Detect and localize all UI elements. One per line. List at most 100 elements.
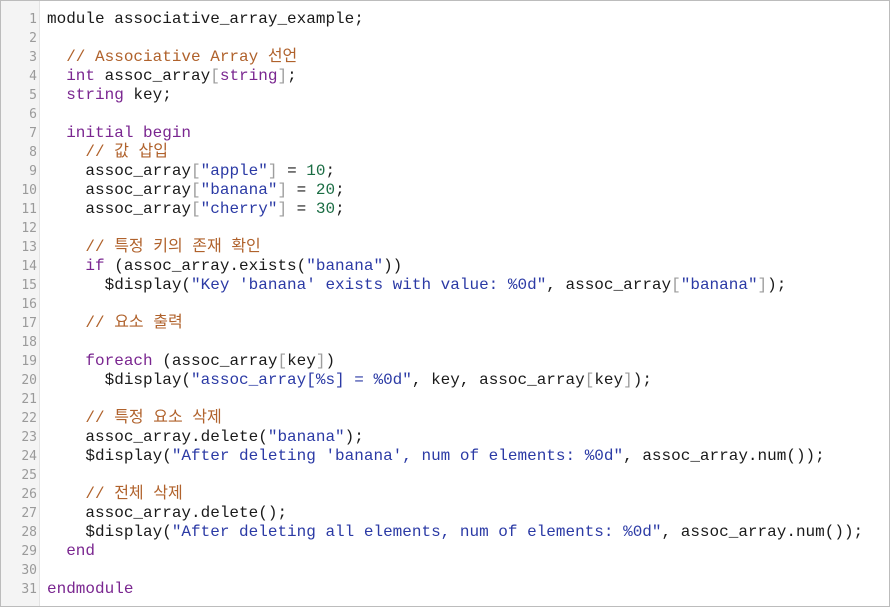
code-text: foreach (assoc_array[key]): [47, 352, 335, 371]
code-token: 30: [315, 200, 336, 218]
code-line[interactable]: 11 assoc_array["cherry"] = 30;: [1, 200, 889, 219]
code-line[interactable]: 16: [1, 295, 889, 314]
code-token: )): [383, 257, 403, 275]
code-token: assoc_array.delete(: [47, 428, 268, 446]
code-line[interactable]: 31 endmodule: [1, 580, 889, 599]
code-token: // 값 삽입: [85, 143, 168, 161]
line-number: 7: [29, 126, 37, 141]
code-token: 10: [306, 162, 326, 180]
code-token: // 요소 출력: [85, 314, 183, 332]
code-line[interactable]: 28 $display("After deleting all elements…: [1, 523, 889, 542]
code-line[interactable]: 4 int assoc_array[string];: [1, 67, 889, 86]
code-line[interactable]: 30: [1, 561, 889, 580]
code-line[interactable]: 14 if (assoc_array.exists("banana")): [1, 257, 889, 276]
line-number: 17: [21, 316, 37, 331]
line-number: 2: [29, 31, 37, 46]
code-line[interactable]: 9 assoc_array["apple"] = 10;: [1, 162, 889, 181]
line-number: 11: [21, 202, 37, 217]
code-token: [: [191, 162, 201, 180]
line-number: 5: [29, 88, 37, 103]
code-line[interactable]: 8 // 값 삽입: [1, 143, 889, 162]
code-token: , assoc_array: [546, 276, 672, 294]
code-line[interactable]: 20 $display("assoc_array[%s] = %0d", key…: [1, 371, 889, 390]
code-editor[interactable]: 1 module associative_array_example; 2 3 // …: [0, 0, 890, 607]
code-line[interactable]: 24 $display("After deleting 'banana', nu…: [1, 447, 889, 466]
line-number: 22: [21, 411, 37, 426]
code-token: ;: [335, 181, 345, 199]
code-line[interactable]: 25: [1, 466, 889, 485]
code-area[interactable]: 1 module associative_array_example; 2 3 // …: [1, 10, 889, 599]
code-token: end: [66, 542, 96, 560]
code-token: ): [325, 352, 336, 370]
code-text: $display("After deleting 'banana', num o…: [47, 447, 824, 466]
code-token: ;: [335, 200, 345, 218]
line-number: 30: [21, 563, 37, 578]
code-line[interactable]: 23 assoc_array.delete("banana");: [1, 428, 889, 447]
line-number: 3: [29, 50, 37, 65]
line-number: 23: [21, 430, 37, 445]
code-text: end: [47, 542, 95, 561]
code-text: assoc_array["banana"] = 20;: [47, 181, 345, 200]
code-token: assoc_array: [47, 200, 192, 218]
code-token: // Associative Array 선언: [66, 48, 298, 66]
code-line[interactable]: 21: [1, 390, 889, 409]
code-token: "apple": [200, 162, 268, 180]
code-line[interactable]: 13 // 특정 키의 존재 확인: [1, 238, 889, 257]
code-text: // 특정 요소 삭제: [47, 409, 222, 428]
code-line[interactable]: 3 // Associative Array 선언: [1, 48, 889, 67]
code-token: $display(: [47, 447, 172, 465]
code-token: string: [219, 67, 278, 85]
code-token: [: [584, 371, 595, 389]
code-token: (assoc_array: [152, 352, 278, 370]
code-token: );: [344, 428, 364, 446]
code-token: ;: [325, 162, 336, 180]
code-line[interactable]: 1 module associative_array_example;: [1, 10, 889, 29]
code-line[interactable]: 5 string key;: [1, 86, 889, 105]
code-text: string key;: [47, 86, 172, 105]
line-number: 24: [21, 449, 37, 464]
code-token: ]: [277, 181, 288, 199]
code-text: assoc_array.delete("banana");: [47, 428, 364, 447]
code-line[interactable]: 26 // 전체 삭제: [1, 485, 889, 504]
code-token: assoc_array.delete();: [47, 504, 288, 522]
code-text: $display("After deleting all elements, n…: [47, 523, 863, 542]
line-number: 26: [21, 487, 37, 502]
line-number: 19: [21, 354, 37, 369]
code-token: ]: [277, 200, 288, 218]
code-token: "Key 'banana' exists with value: %0d": [191, 276, 547, 294]
code-line[interactable]: 19 foreach (assoc_array[key]): [1, 352, 889, 371]
code-token: assoc_array: [95, 67, 211, 85]
code-line[interactable]: 7 initial begin: [1, 124, 889, 143]
code-token: "banana": [680, 276, 758, 294]
code-line[interactable]: 17 // 요소 출력: [1, 314, 889, 333]
code-line[interactable]: 10 assoc_array["banana"] = 20;: [1, 181, 889, 200]
line-number: 29: [21, 544, 37, 559]
code-token: ;: [287, 67, 297, 85]
code-token: "banana": [200, 181, 278, 199]
code-line[interactable]: 12: [1, 219, 889, 238]
code-token: =: [287, 181, 316, 199]
code-line[interactable]: 18: [1, 333, 889, 352]
code-text: $display("Key 'banana' exists with value…: [47, 276, 787, 295]
code-line[interactable]: 6: [1, 105, 889, 124]
line-number: 13: [21, 240, 37, 255]
code-token: [: [277, 352, 288, 370]
code-token: // 특정 요소 삭제: [85, 409, 222, 427]
line-number: 10: [21, 183, 37, 198]
code-line[interactable]: 15 $display("Key 'banana' exists with va…: [1, 276, 889, 295]
code-text: // 값 삽입: [47, 143, 168, 162]
code-text: initial begin: [47, 124, 191, 143]
code-line[interactable]: 2: [1, 29, 889, 48]
code-token: key: [594, 371, 624, 389]
code-line[interactable]: 22 // 특정 요소 삭제: [1, 409, 889, 428]
code-line[interactable]: 27 assoc_array.delete();: [1, 504, 889, 523]
code-token: ]: [277, 67, 288, 85]
code-line[interactable]: 29 end: [1, 542, 889, 561]
code-text: assoc_array["apple"] = 10;: [47, 162, 335, 181]
